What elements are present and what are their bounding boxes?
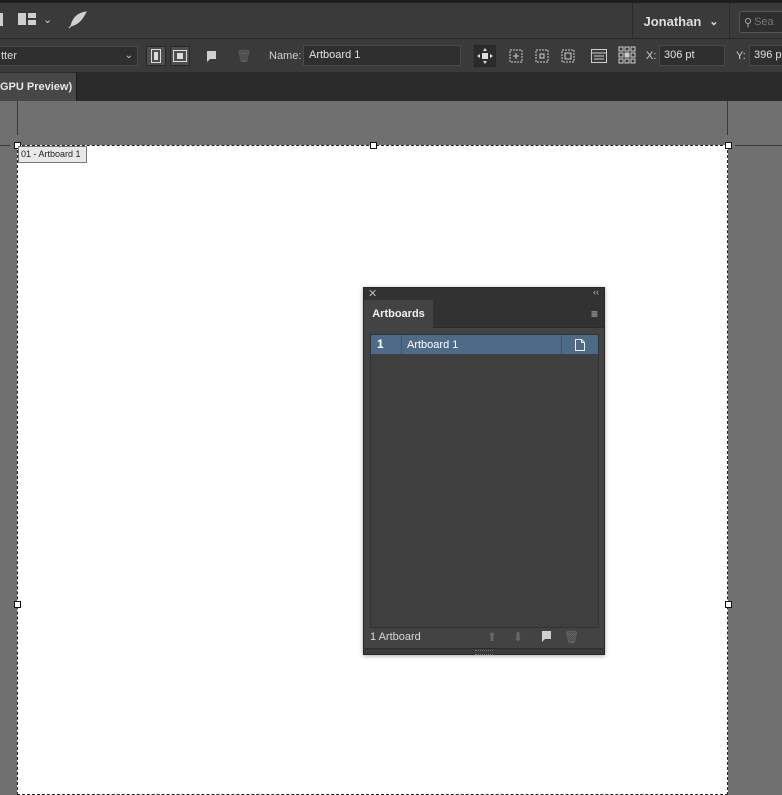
reference-point-icon[interactable] <box>616 44 638 66</box>
name-label: Name: <box>269 50 302 62</box>
landscape-orientation-button[interactable] <box>170 46 190 66</box>
delete-artboard-icon[interactable]: 🗑 <box>564 630 579 644</box>
resize-handle-top[interactable] <box>370 142 377 149</box>
chevron-down-icon: ⌄ <box>709 15 719 28</box>
panel-tab-bar: Artboards ≡ <box>364 300 604 328</box>
panel-menu-icon[interactable]: ≡ <box>591 308 598 320</box>
user-account-menu[interactable]: Jonathan ⌄ <box>632 3 730 39</box>
move-with-artboard-icon[interactable] <box>474 45 496 67</box>
artboard-preset-select[interactable]: tter ⌄ <box>0 46 138 66</box>
artboard-list: 1 Artboard 1 <box>370 334 599 628</box>
move-up-icon[interactable]: ⬆ <box>487 630 497 644</box>
artboard-label[interactable]: 01 - Artboard 1 <box>18 146 87 163</box>
resize-handle-top-right[interactable] <box>725 142 732 149</box>
search-field[interactable]: ⚲ Sea <box>739 11 782 33</box>
resize-handle-right[interactable] <box>725 601 732 608</box>
x-label: X: <box>646 50 657 62</box>
artboard-name-field[interactable]: Artboard 1 <box>303 45 461 66</box>
y-coordinate-field[interactable]: 396 p <box>749 45 782 66</box>
new-artboard-icon[interactable] <box>201 46 221 66</box>
tab-artboards[interactable]: Artboards <box>364 300 433 328</box>
artboard-guide-left <box>17 101 18 135</box>
collapse-icon[interactable]: ‹‹ <box>593 287 599 297</box>
panel-resize-grip[interactable] <box>364 648 604 655</box>
artboard-guide-top-left <box>0 145 10 146</box>
artboard-name[interactable]: Artboard 1 <box>402 339 561 351</box>
portrait-orientation-button[interactable] <box>146 46 166 66</box>
show-center-mark-icon[interactable] <box>532 46 552 66</box>
artboard-count: 1 Artboard <box>370 631 421 643</box>
artboard-options-icon[interactable] <box>561 335 598 354</box>
align-artboard-icon[interactable] <box>506 46 526 66</box>
close-icon[interactable]: ✕ <box>368 287 377 300</box>
search-icon: ⚲ <box>744 16 753 29</box>
delete-artboard-icon[interactable]: 🗑 <box>234 46 254 66</box>
chevron-down-icon: ⌄ <box>124 50 133 61</box>
move-down-icon[interactable]: ⬇ <box>513 630 523 644</box>
artboard-guide-top-right <box>735 145 782 146</box>
search-placeholder: Sea <box>754 16 774 28</box>
user-name: Jonathan <box>643 13 702 29</box>
artboard-number: 1 <box>371 335 402 354</box>
document-tab-bar: GPU Preview) <box>0 73 782 101</box>
preset-value: tter <box>1 50 17 62</box>
workspace-switcher-icon[interactable] <box>18 12 36 30</box>
panel-title-strip: ✕ ‹‹ <box>364 287 604 300</box>
control-bar: tter ⌄ 🗑 Name: Artboard 1 X: 306 pt Y: 3… <box>0 39 782 73</box>
artboard-options-icon[interactable] <box>589 46 609 66</box>
y-label: Y: <box>736 50 746 62</box>
document-tab[interactable]: GPU Preview) <box>0 73 77 101</box>
x-coordinate-field[interactable]: 306 pt <box>659 45 725 66</box>
feather-icon[interactable] <box>67 11 87 33</box>
artboard-guide-right <box>727 101 728 135</box>
panel-footer: 1 Artboard ⬆ ⬇ 🗑 <box>364 628 604 648</box>
panel-edge-icon <box>0 13 3 26</box>
artboards-panel: ✕ ‹‹ Artboards ≡ 1 Artboard 1 1 Artboard… <box>363 287 605 655</box>
list-item[interactable]: 1 Artboard 1 <box>371 335 598 354</box>
application-bar: ⌄ Jonathan ⌄ ⚲ Sea <box>0 0 782 39</box>
chevron-down-icon[interactable]: ⌄ <box>43 13 52 26</box>
resize-handle-left[interactable] <box>14 601 21 608</box>
new-artboard-icon[interactable] <box>540 630 552 645</box>
show-video-safe-icon[interactable] <box>558 46 578 66</box>
